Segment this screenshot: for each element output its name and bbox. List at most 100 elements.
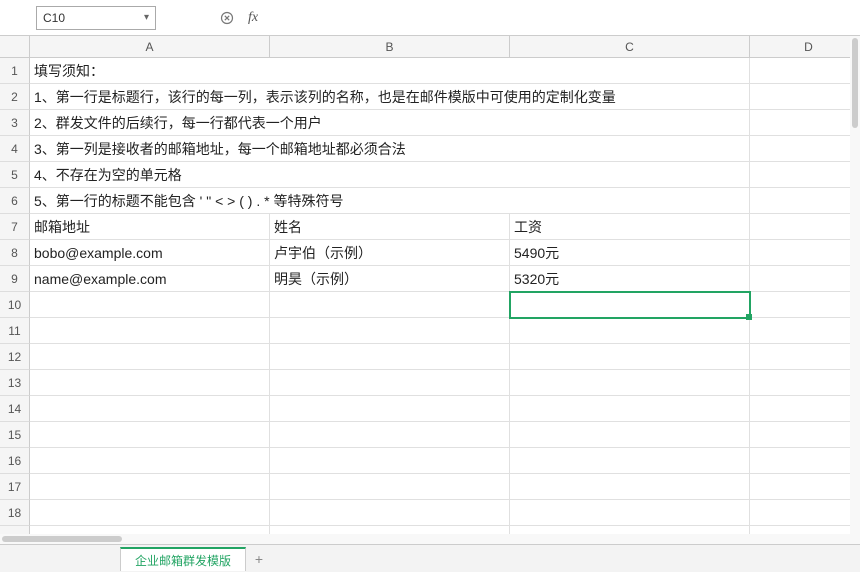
cell[interactable]: 5320元 [510,266,750,292]
row-header[interactable]: 7 [0,214,30,240]
cell[interactable] [750,318,860,344]
row-header[interactable]: 10 [0,292,30,318]
cell[interactable] [510,448,750,474]
cell[interactable]: 工资 [510,214,750,240]
cell[interactable] [270,344,510,370]
select-all-corner[interactable] [0,36,30,58]
chevron-down-icon[interactable]: ▾ [144,12,149,23]
cell[interactable] [270,292,510,318]
row-header[interactable]: 5 [0,162,30,188]
selected-cell[interactable] [510,292,750,318]
cell[interactable]: 明昊（示例） [270,266,510,292]
cell[interactable] [510,422,750,448]
cell[interactable] [30,448,270,474]
col-header-b[interactable]: B [270,36,510,58]
vertical-scrollbar[interactable] [850,36,860,534]
cell[interactable] [30,292,270,318]
cell[interactable]: 5490元 [510,240,750,266]
cell[interactable] [510,474,750,500]
cell[interactable]: 卢宇伯（示例） [270,240,510,266]
row-header[interactable]: 15 [0,422,30,448]
cells-area: 填写须知： 1、第一行是标题行，该行的每一列，表示该列的名称，也是在邮件模版中可… [30,58,860,536]
cell[interactable] [270,474,510,500]
name-box[interactable]: C10 ▾ [36,6,156,30]
cell[interactable] [30,422,270,448]
col-header-c[interactable]: C [510,36,750,58]
row-header[interactable]: 4 [0,136,30,162]
cell[interactable]: 2、群发文件的后续行，每一行都代表一个用户 [30,110,750,136]
cell[interactable] [510,500,750,526]
fill-handle[interactable] [746,314,752,320]
name-box-value: C10 [43,11,65,25]
cell[interactable] [270,370,510,396]
fx-label[interactable]: fx [248,10,258,26]
row-header[interactable]: 14 [0,396,30,422]
cell[interactable] [750,188,860,214]
cancel-icon[interactable] [218,9,236,27]
row-header[interactable]: 13 [0,370,30,396]
cell[interactable]: 姓名 [270,214,510,240]
formula-bar: C10 ▾ fx [0,0,860,36]
cell[interactable] [750,136,860,162]
cell[interactable]: 填写须知： [30,58,750,84]
row-header[interactable]: 18 [0,500,30,526]
row-header[interactable]: 1 [0,58,30,84]
cell[interactable] [30,474,270,500]
cell[interactable] [750,162,860,188]
cell[interactable] [270,500,510,526]
cell[interactable]: 3、第一列是接收者的邮箱地址，每一个邮箱地址都必须合法 [30,136,750,162]
cell[interactable]: 1、第一行是标题行，该行的每一列，表示该列的名称，也是在邮件模版中可使用的定制化… [30,84,750,110]
horizontal-scrollbar[interactable] [0,534,860,544]
cell[interactable] [270,396,510,422]
sheet-tab[interactable]: 企业邮箱群发模版 [120,547,246,571]
row-header[interactable]: 16 [0,448,30,474]
cell[interactable] [750,214,860,240]
spreadsheet-grid: A B C D 1 2 3 4 5 6 7 8 9 10 11 12 13 14… [0,36,860,536]
row-headers: 1 2 3 4 5 6 7 8 9 10 11 12 13 14 15 16 1… [0,58,30,536]
cell[interactable] [750,266,860,292]
cell[interactable] [750,474,860,500]
cell[interactable]: 5、第一行的标题不能包含 ' " < > ( ) . * 等特殊符号 [30,188,750,214]
cell[interactable] [30,500,270,526]
col-header-a[interactable]: A [30,36,270,58]
cell[interactable] [30,370,270,396]
cell[interactable] [750,448,860,474]
cell[interactable] [750,396,860,422]
sheet-tabs-bar: 企业邮箱群发模版 + [0,544,860,572]
row-header[interactable]: 11 [0,318,30,344]
cell[interactable] [750,84,860,110]
cell[interactable] [30,396,270,422]
row-header[interactable]: 17 [0,474,30,500]
cell[interactable]: 4、不存在为空的单元格 [30,162,750,188]
cell[interactable] [750,292,860,318]
col-header-d[interactable]: D [750,36,860,58]
cell[interactable] [750,422,860,448]
add-sheet-button[interactable]: + [246,547,272,571]
cell[interactable]: bobo@example.com [30,240,270,266]
cell[interactable] [510,318,750,344]
cell[interactable] [270,318,510,344]
cell[interactable]: 邮箱地址 [30,214,270,240]
cell[interactable] [750,58,860,84]
cell[interactable]: name@example.com [30,266,270,292]
scrollbar-thumb[interactable] [2,536,122,542]
cell[interactable] [750,500,860,526]
row-header[interactable]: 6 [0,188,30,214]
row-header[interactable]: 2 [0,84,30,110]
cell[interactable] [750,370,860,396]
cell[interactable] [750,110,860,136]
cell[interactable] [510,396,750,422]
cell[interactable] [510,344,750,370]
cell[interactable] [270,422,510,448]
cell[interactable] [30,318,270,344]
row-header[interactable]: 9 [0,266,30,292]
scrollbar-thumb[interactable] [852,38,858,128]
row-header[interactable]: 8 [0,240,30,266]
cell[interactable] [510,370,750,396]
cell[interactable] [270,448,510,474]
row-header[interactable]: 12 [0,344,30,370]
cell[interactable] [750,240,860,266]
cell[interactable] [750,344,860,370]
row-header[interactable]: 3 [0,110,30,136]
cell[interactable] [30,344,270,370]
